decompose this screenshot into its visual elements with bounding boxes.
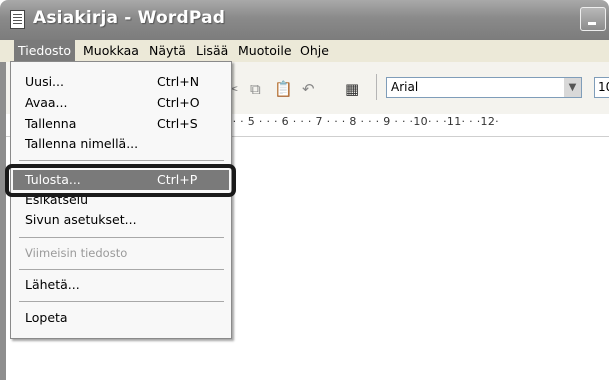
menu-item-tallenna[interactable]: Tallenna Ctrl+S [11, 114, 231, 134]
title-bar: Asiakirja - WordPad [0, 0, 609, 40]
menu-item-tallenna-nimella[interactable]: Tallenna nimellä... [11, 134, 231, 154]
menu-item-label: Tallenna nimellä... [25, 136, 139, 151]
font-size-select[interactable]: 10 [594, 77, 609, 98]
window-left-border [0, 62, 6, 380]
menu-separator [19, 160, 224, 161]
font-size-value: 10 [598, 80, 609, 94]
menu-item-shortcut: Ctrl+O [157, 95, 200, 110]
menu-item-label: Avaa... [25, 95, 68, 110]
menu-item-tulosta[interactable]: Tulosta... Ctrl+P [13, 170, 229, 190]
menu-item-uusi[interactable]: Uusi... Ctrl+N [11, 72, 231, 92]
paste-icon[interactable]: 📋 [274, 80, 293, 98]
menu-tiedosto[interactable]: Tiedosto [14, 40, 76, 62]
menu-ohje[interactable]: Ohje [296, 40, 333, 62]
menu-item-label: Sivun asetukset... [25, 212, 137, 227]
menu-lisaa[interactable]: Lisää [192, 40, 232, 62]
ruler: · · · 5 · · · 6 · · · 7 · · · 8 · · · 9 … [225, 115, 499, 128]
menu-muokkaa[interactable]: Muokkaa [79, 40, 143, 62]
file-menu-dropdown: Uusi... Ctrl+N Avaa... Ctrl+O Tallenna C… [10, 61, 232, 339]
menu-item-label: Tallenna [25, 116, 77, 131]
menu-item-sivun-asetukset[interactable]: Sivun asetukset... [11, 210, 231, 230]
menu-item-label: Tulosta... [25, 172, 81, 187]
menu-item-viimeisin-tiedosto: Viimeisin tiedosto [11, 243, 231, 263]
copy-icon[interactable]: ⧉ [250, 80, 261, 98]
minimize-button[interactable] [580, 7, 606, 31]
chevron-down-icon[interactable]: ▼ [564, 78, 581, 97]
wordpad-document-icon[interactable] [10, 10, 25, 29]
menu-item-label: Lähetä... [25, 277, 80, 292]
menu-item-label: Lopeta [25, 310, 68, 325]
datetime-icon[interactable]: ▦ [345, 80, 359, 98]
menu-nayta[interactable]: Näytä [145, 40, 190, 62]
menu-item-esikatselu[interactable]: Esikatselu [11, 190, 231, 210]
menu-item-shortcut: Ctrl+N [157, 74, 200, 89]
menu-item-label: Uusi... [25, 74, 64, 89]
menu-muotoile[interactable]: Muotoile [234, 40, 296, 62]
menu-item-shortcut: Ctrl+P [157, 172, 198, 187]
menu-item-label: Viimeisin tiedosto [25, 246, 128, 260]
menu-item-label: Esikatselu [25, 192, 89, 207]
font-name-select[interactable]: Arial ▼ [386, 77, 582, 98]
menu-item-shortcut: Ctrl+S [157, 116, 198, 131]
undo-icon[interactable]: ↶ [302, 80, 315, 98]
menu-item-avaa[interactable]: Avaa... Ctrl+O [11, 93, 231, 113]
menu-separator [19, 237, 224, 238]
menu-bar: Tiedosto Muokkaa Näytä Lisää Muotoile Oh… [0, 40, 609, 62]
font-name-value: Arial [391, 80, 419, 94]
menu-separator [19, 301, 224, 302]
window-title: Asiakirja - WordPad [33, 8, 226, 28]
menu-item-lopeta[interactable]: Lopeta [11, 308, 231, 328]
menu-separator [19, 269, 224, 270]
menu-item-laheta[interactable]: Lähetä... [11, 275, 231, 295]
toolbar-separator [376, 74, 377, 100]
